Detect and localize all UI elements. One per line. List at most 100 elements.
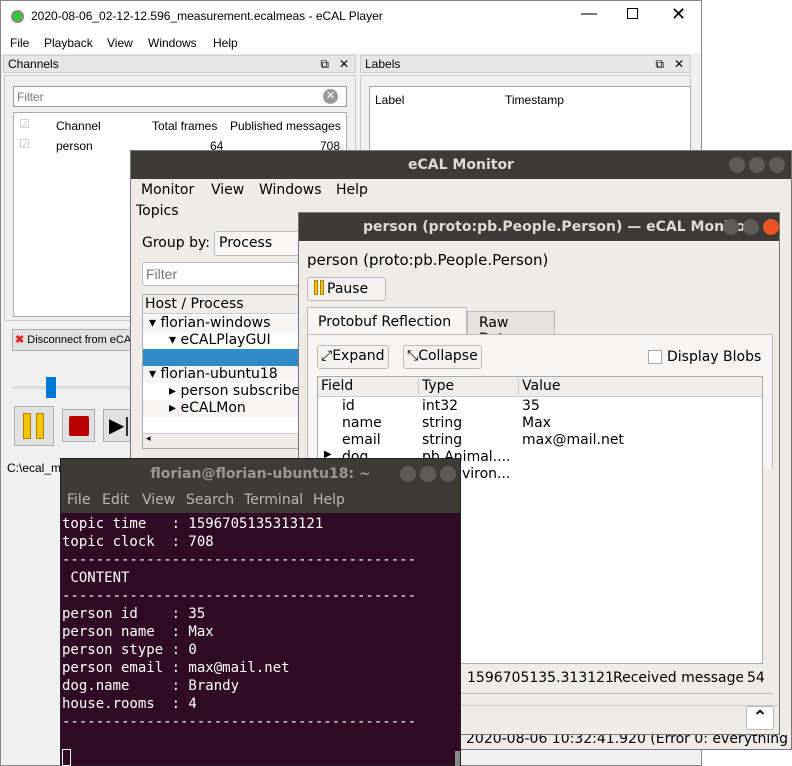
menu-file[interactable]: File (67, 492, 90, 508)
step-icon: ▶| (109, 415, 130, 437)
minimize-button[interactable] (400, 466, 416, 482)
channels-dock-header: Channels ⧉ ✕ (3, 55, 356, 73)
float-icon[interactable]: ⧉ (320, 57, 329, 72)
scroll-up-button[interactable]: ⌃ (746, 706, 774, 730)
close-button[interactable] (440, 466, 456, 482)
expand-button[interactable]: ⤢Expand (317, 345, 389, 369)
playback-slider[interactable] (13, 386, 133, 389)
minimize-button[interactable] (723, 219, 739, 235)
menu-help[interactable]: Help (213, 36, 238, 50)
stop-button[interactable] (62, 409, 95, 442)
cell-channel: person (56, 139, 93, 153)
pause-icon (23, 413, 31, 439)
maximize-button[interactable] (749, 157, 765, 173)
monitor-title: eCAL Monitor (408, 157, 514, 173)
pause-button[interactable]: Pause (307, 277, 386, 301)
col-published[interactable]: Published messages (230, 119, 341, 133)
player-menubar: File Playback View Windows Help (1, 33, 701, 53)
cell-field: id (342, 398, 355, 414)
pause-button[interactable] (14, 406, 54, 446)
terminal-menubar: File Edit View Search Terminal Help (61, 489, 460, 513)
menu-monitor[interactable]: Monitor (141, 182, 194, 198)
collapse-button[interactable]: ⤡Collapse (403, 345, 482, 369)
tab-raw-data[interactable]: Raw Data (467, 311, 555, 347)
display-blobs-checkbox[interactable] (648, 350, 662, 364)
tree-item[interactable]: ▸ person subscriber (143, 383, 298, 400)
status-path: C:\ecal_m (7, 461, 62, 475)
pause-icon (314, 280, 318, 295)
minimize-button[interactable] (729, 157, 745, 173)
tree-label: person subscriber (180, 383, 298, 399)
terminal-line: person name : Max (62, 624, 214, 640)
menu-help[interactable]: Help (313, 492, 345, 508)
horizontal-scrollbar[interactable]: ◂ (143, 433, 301, 448)
menu-view[interactable]: View (211, 182, 244, 198)
menu-playback[interactable]: Playback (44, 36, 93, 50)
cell-type: string (422, 432, 463, 448)
menu-help[interactable]: Help (336, 182, 368, 198)
tree-item[interactable]: ▾ eCALPlayGUI (143, 332, 298, 349)
col-channel[interactable]: Channel (56, 119, 101, 133)
row-checkbox[interactable]: ☑ (19, 137, 30, 151)
col-label[interactable]: Label (375, 93, 404, 107)
col-timestamp[interactable]: Timestamp (505, 93, 564, 107)
tree-item[interactable]: ▸ eCALMon (143, 400, 298, 417)
menu-view[interactable]: View (107, 36, 133, 50)
table-header: Field Type Value (318, 377, 762, 397)
maximize-button[interactable] (627, 8, 638, 19)
clear-filter-icon[interactable]: ✕ (323, 89, 338, 104)
tree-header-label: Host / Process (145, 296, 244, 312)
tree-label: eCALMon (180, 400, 246, 416)
cell-value: 35 (522, 398, 540, 414)
disconnect-button[interactable]: ✖ Disconnect from eCAL (12, 329, 142, 351)
select-all-checkbox[interactable]: ☑ (19, 117, 30, 131)
menu-windows[interactable]: Windows (259, 182, 322, 198)
col-type[interactable]: Type (418, 378, 454, 394)
close-button[interactable] (769, 157, 785, 173)
chevron-up-icon: ⌃ (752, 707, 768, 728)
menu-view[interactable]: View (142, 492, 175, 508)
close-icon[interactable]: ✕ (674, 57, 684, 71)
tree-label: eCALPlayGUI (180, 332, 271, 348)
menu-windows[interactable]: Windows (148, 36, 197, 50)
menu-edit[interactable]: Edit (102, 492, 129, 508)
terminal-line: person email : max@mail.net (62, 660, 290, 676)
close-button[interactable] (763, 219, 779, 235)
close-icon[interactable]: ✕ (339, 57, 349, 71)
channels-filter-input[interactable] (13, 86, 347, 107)
terminal-line: topic time : 1596705135313121 (62, 516, 324, 532)
tree-header[interactable]: Host / Process (143, 295, 301, 314)
player-titlebar: 2020-08-06_02-12-12.596_measurement.ecal… (1, 1, 701, 33)
tab-protobuf-reflection[interactable]: Protobuf Reflection (307, 307, 467, 335)
disconnect-label: Disconnect from eCAL (27, 334, 138, 346)
cell-type: string (422, 415, 463, 431)
minimize-button[interactable]: — (581, 5, 597, 23)
menu-file[interactable]: File (10, 36, 29, 50)
topics-title: Topics (136, 203, 179, 219)
col-total-frames[interactable]: Total frames (152, 119, 217, 133)
terminal-title: florian@florian-ubuntu18: ~ (150, 466, 371, 482)
display-blobs-label: Display Blobs (667, 349, 762, 365)
received-label: Received messages (613, 670, 743, 686)
maximize-button[interactable] (743, 219, 759, 235)
tree-item[interactable]: ▾ florian-windows (143, 315, 298, 332)
float-icon[interactable]: ⧉ (655, 57, 664, 72)
terminal-scrollbar[interactable] (455, 751, 460, 766)
col-field[interactable]: Field (321, 378, 353, 394)
cell-field: name (342, 415, 382, 431)
topics-filter-input[interactable] (142, 262, 302, 286)
inspector-title: person (proto:pb.People.Person) — eCAL M… (363, 219, 753, 235)
col-value[interactable]: Value (518, 378, 560, 394)
pause-label: Pause (327, 281, 369, 297)
cell-value: max@mail.net (522, 432, 624, 448)
group-by-value: Process (219, 235, 273, 251)
tree-item[interactable]: ▾ florian-ubuntu18 (143, 366, 298, 383)
maximize-button[interactable] (420, 466, 436, 482)
menu-terminal[interactable]: Terminal (244, 492, 303, 508)
close-button[interactable]: ✕ (671, 4, 686, 25)
slider-handle[interactable] (46, 377, 56, 398)
topic-heading: person (proto:pb.People.Person) (307, 251, 549, 269)
tree-item-selected[interactable] (143, 349, 298, 366)
topics-tree: Host / Process ▾ florian-windows ▾ eCALP… (142, 294, 302, 449)
menu-search[interactable]: Search (186, 492, 234, 508)
